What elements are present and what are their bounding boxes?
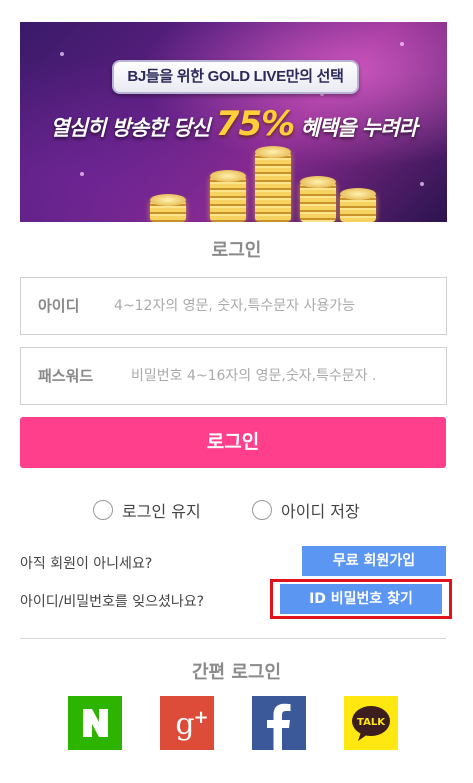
forgot-text: 아이디/비밀번호를 잊으셨나요? <box>20 594 205 610</box>
promo-banner[interactable]: BJ들을 위한 GOLD LIVE만의 선택 열심히 방송한 당신 75% 혜택… <box>20 22 447 222</box>
kakaotalk-icon: TALK <box>344 696 398 750</box>
not-member-text: 아직 회원이 아니세요? <box>20 556 153 572</box>
save-id-option[interactable]: 아이디 저장 <box>252 498 360 522</box>
facebook-icon <box>252 696 306 750</box>
login-button[interactable]: 로그인 <box>20 417 446 468</box>
save-id-radio[interactable] <box>252 500 272 520</box>
facebook-login-button[interactable] <box>252 696 306 750</box>
save-id-label: 아이디 저장 <box>281 502 360 521</box>
password-placeholder: 비밀번호 4~16자의 영문,숫자,특수문자 . <box>131 368 377 384</box>
google-plus-icon: g + <box>160 696 214 750</box>
divider <box>20 638 446 639</box>
keep-login-label: 로그인 유지 <box>122 502 201 521</box>
password-label: 패스워드 <box>38 367 94 385</box>
google-plus-login-button[interactable]: g + <box>160 696 214 750</box>
id-placeholder: 4~12자의 영문, 숫자,특수문자 사용가능 <box>114 298 356 314</box>
naver-icon <box>68 696 122 750</box>
svg-text:+: + <box>193 707 208 728</box>
svg-text:TALK: TALK <box>357 717 386 728</box>
keep-login-radio[interactable] <box>93 500 113 520</box>
login-title: 로그인 <box>211 240 262 261</box>
keep-login-option[interactable]: 로그인 유지 <box>93 498 201 522</box>
id-label: 아이디 <box>38 297 80 315</box>
easy-login-title: 간편 로그인 <box>191 662 282 683</box>
gold-coins-image <box>140 132 380 222</box>
signup-button[interactable]: 무료 회원가입 <box>302 546 446 576</box>
banner-badge: BJ들을 위한 GOLD LIVE만의 선택 <box>112 60 359 94</box>
id-field[interactable]: 아이디 4~12자의 영문, 숫자,특수문자 사용가능 <box>20 277 447 335</box>
kakaotalk-login-button[interactable]: TALK <box>344 696 398 750</box>
naver-login-button[interactable] <box>68 696 122 750</box>
highlight-box <box>270 579 452 619</box>
password-field[interactable]: 패스워드 비밀번호 4~16자의 영문,숫자,특수문자 . <box>20 347 447 405</box>
svg-text:g: g <box>175 707 194 742</box>
